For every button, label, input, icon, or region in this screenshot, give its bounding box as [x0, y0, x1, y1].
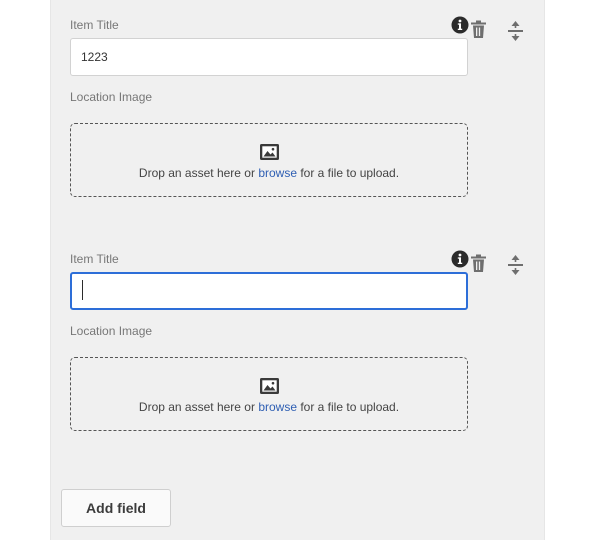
item-title-label: Item Title	[70, 18, 119, 32]
multifield-item-1: Item Title Location Image Drop an asset …	[70, 16, 540, 216]
add-field-button[interactable]: Add field	[61, 489, 171, 527]
item-title-input[interactable]	[70, 272, 468, 310]
trash-icon[interactable]	[470, 20, 487, 39]
browse-link[interactable]: browse	[258, 166, 297, 180]
image-dropzone[interactable]: Drop an asset here or browse for a file …	[70, 123, 468, 197]
item-title-label: Item Title	[70, 252, 119, 266]
dropzone-text-before: Drop an asset here or	[138, 166, 259, 180]
browse-link[interactable]: browse	[258, 400, 297, 414]
info-icon[interactable]	[451, 250, 469, 268]
image-icon	[260, 378, 279, 394]
dropzone-text-before: Drop an asset here or	[138, 400, 259, 414]
info-icon[interactable]	[451, 16, 469, 34]
text-cursor	[82, 280, 83, 300]
multifield-item-2: Item Title Location Image Drop an asset …	[70, 250, 540, 450]
location-image-label: Location Image	[70, 90, 153, 104]
dropzone-text-after: for a file to upload.	[297, 166, 400, 180]
drag-handle-icon[interactable]	[507, 21, 524, 41]
trash-icon[interactable]	[470, 254, 487, 273]
drag-handle-icon[interactable]	[507, 255, 524, 275]
item-title-input[interactable]	[70, 38, 468, 76]
dropzone-text-after: for a file to upload.	[297, 400, 400, 414]
dropzone-text: Drop an asset here or browse for a file …	[71, 166, 467, 180]
image-icon	[260, 144, 279, 160]
location-image-label: Location Image	[70, 324, 153, 338]
dropzone-text: Drop an asset here or browse for a file …	[71, 400, 467, 414]
image-dropzone[interactable]: Drop an asset here or browse for a file …	[70, 357, 468, 431]
